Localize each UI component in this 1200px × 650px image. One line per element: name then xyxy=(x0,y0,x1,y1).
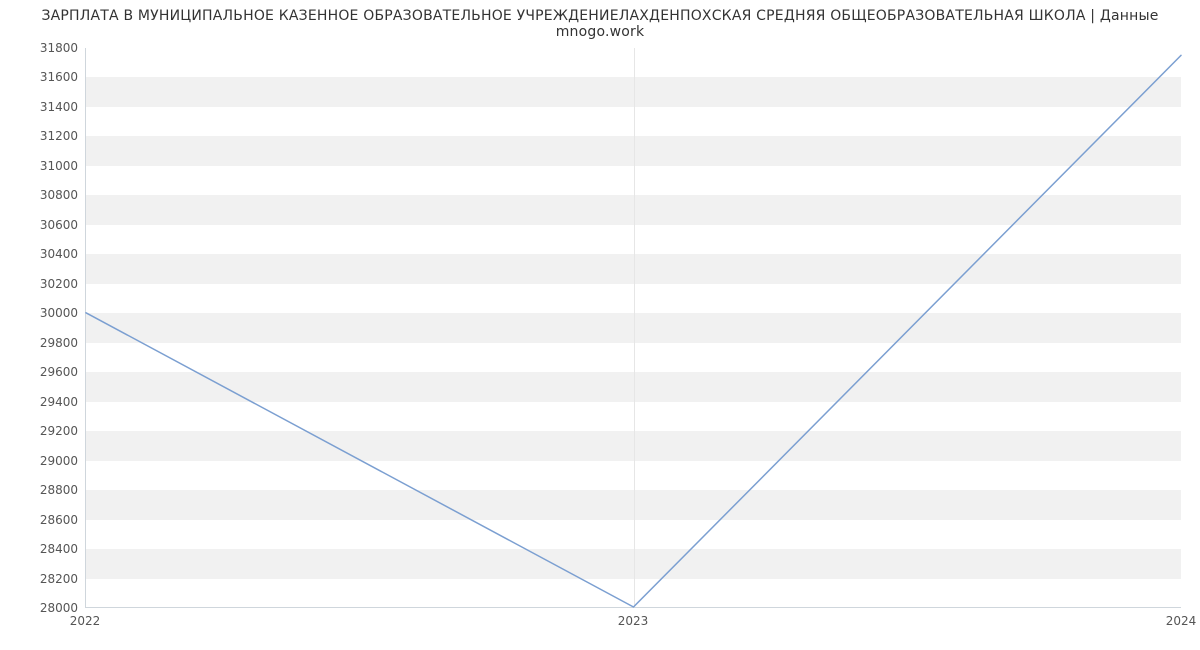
line-layer xyxy=(86,48,1181,607)
y-tick-label: 31400 xyxy=(0,100,78,114)
y-tick-label: 29400 xyxy=(0,395,78,409)
y-tick-label: 31600 xyxy=(0,70,78,84)
y-tick-label: 30400 xyxy=(0,247,78,261)
y-tick-label: 29000 xyxy=(0,454,78,468)
y-tick-label: 31000 xyxy=(0,159,78,173)
x-tick-label: 2023 xyxy=(618,614,649,628)
y-tick-label: 30000 xyxy=(0,306,78,320)
plot-area xyxy=(85,48,1181,608)
y-tick-label: 28000 xyxy=(0,601,78,615)
y-tick-label: 28600 xyxy=(0,513,78,527)
y-tick-label: 30600 xyxy=(0,218,78,232)
x-tick-label: 2024 xyxy=(1166,614,1197,628)
salary-line-chart: ЗАРПЛАТА В МУНИЦИПАЛЬНОЕ КАЗЕННОЕ ОБРАЗО… xyxy=(0,0,1200,650)
y-tick-label: 28800 xyxy=(0,483,78,497)
y-tick-label: 30800 xyxy=(0,188,78,202)
y-axis-labels: 2800028200284002860028800290002920029400… xyxy=(0,48,78,608)
y-tick-label: 29600 xyxy=(0,365,78,379)
y-tick-label: 28200 xyxy=(0,572,78,586)
y-tick-label: 29800 xyxy=(0,336,78,350)
y-tick-label: 28400 xyxy=(0,542,78,556)
series-line xyxy=(86,55,1181,607)
chart-title: ЗАРПЛАТА В МУНИЦИПАЛЬНОЕ КАЗЕННОЕ ОБРАЗО… xyxy=(0,8,1200,40)
x-axis-labels: 202220232024 xyxy=(85,614,1181,634)
y-tick-label: 31800 xyxy=(0,41,78,55)
y-tick-label: 29200 xyxy=(0,424,78,438)
y-tick-label: 31200 xyxy=(0,129,78,143)
y-tick-label: 30200 xyxy=(0,277,78,291)
x-tick-label: 2022 xyxy=(70,614,101,628)
